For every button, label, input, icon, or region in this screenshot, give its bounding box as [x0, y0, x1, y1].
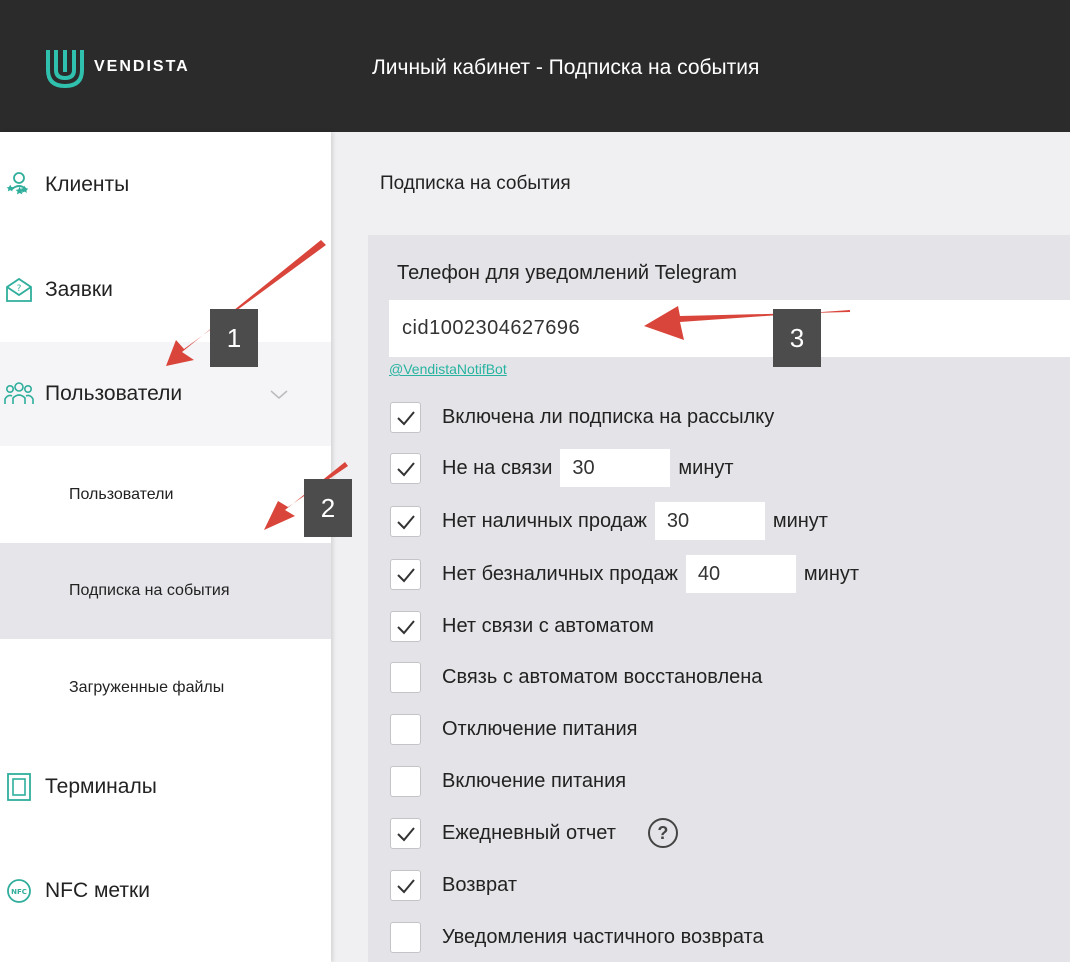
option-label: Нет связи с автоматом: [442, 614, 654, 637]
option-label: Включение питания: [442, 769, 627, 792]
vendista-logo[interactable]: VENDISTA: [40, 42, 190, 92]
check-icon: [397, 461, 415, 476]
check-icon: [397, 878, 415, 893]
annotation-badge-3: 3: [773, 309, 821, 367]
option-label: Уведомления частичного возврата: [442, 925, 764, 948]
sidebar-subitem-label: Пользователи: [69, 486, 174, 503]
check-icon: [397, 619, 415, 634]
offline-minutes-input[interactable]: [560, 449, 671, 487]
option-offline: Не на связи минут: [390, 449, 734, 487]
option-label: Отключение питания: [442, 717, 638, 740]
chevron-down-icon[interactable]: [268, 383, 290, 405]
nfc-icon: NFC: [4, 876, 34, 906]
sidebar-subitem-label: Подписка на события: [69, 582, 230, 599]
check-icon: [397, 514, 415, 529]
option-label: Ежедневный отчет: [442, 821, 616, 844]
sidebar-subitem-uploaded-files[interactable]: Загруженные файлы: [0, 665, 331, 715]
sidebar-item-label: Заявки: [45, 278, 113, 301]
users-icon: [4, 379, 34, 409]
checkbox[interactable]: [390, 505, 421, 537]
sidebar-item-label: Пользователи: [45, 382, 183, 405]
sidebar-item-nfc[interactable]: NFC NFC метки: [0, 866, 331, 916]
option-connection-restored: Связь с автоматом восстановлена: [390, 661, 762, 693]
option-label: Не на связи: [442, 456, 553, 479]
sidebar-item-label: Клиенты: [45, 173, 130, 196]
svg-text:?: ?: [17, 284, 22, 294]
envelope-question-icon: ?: [4, 275, 34, 305]
sidebar-item-label: Терминалы: [45, 775, 157, 798]
sidebar-subitem-users[interactable]: Пользователи: [0, 470, 331, 520]
clients-icon: [4, 170, 34, 200]
option-label: Возврат: [442, 873, 517, 896]
annotation-badge-2: 2: [304, 479, 352, 537]
checkbox[interactable]: [390, 401, 421, 433]
option-subscription-enabled: Включена ли подписка на рассылку: [390, 401, 774, 433]
telegram-phone-label: Телефон для уведомлений Telegram: [397, 262, 737, 284]
no-cash-minutes-input[interactable]: [654, 502, 765, 540]
vendista-logo-icon: [46, 50, 84, 89]
checkbox[interactable]: [390, 921, 421, 953]
unit-label: минут: [678, 456, 734, 479]
check-icon: [397, 826, 415, 841]
page-title: Подписка на события: [380, 173, 571, 194]
checkbox[interactable]: [390, 558, 421, 590]
checkbox[interactable]: [390, 817, 421, 849]
unit-label: минут: [803, 562, 860, 585]
checkbox[interactable]: [390, 610, 421, 642]
option-partial-refund: Уведомления частичного возврата: [390, 921, 764, 953]
option-daily-report: Ежедневный отчет ?: [390, 817, 678, 849]
checkbox[interactable]: [390, 869, 421, 901]
brand-name: VENDISTA: [94, 58, 190, 75]
option-label: Нет безналичных продаж: [442, 562, 678, 585]
telegram-bot-link[interactable]: @VendistaNotifBot: [389, 361, 507, 377]
sidebar-item-label: NFC метки: [45, 879, 150, 902]
svg-text:NFC: NFC: [11, 888, 27, 896]
sidebar-item-users[interactable]: Пользователи: [0, 342, 331, 446]
option-label: Связь с автоматом восстановлена: [442, 665, 763, 688]
sidebar-item-clients[interactable]: Клиенты: [0, 160, 331, 210]
option-label: Включена ли подписка на рассылку: [442, 405, 775, 428]
check-icon: [397, 410, 415, 425]
telegram-phone-input[interactable]: [389, 300, 1070, 357]
unit-label: минут: [772, 509, 828, 532]
app-header: VENDISTA Личный кабинет - Подписка на со…: [0, 0, 1070, 132]
checkbox[interactable]: [390, 765, 421, 797]
terminal-icon: [4, 772, 34, 802]
checkbox[interactable]: [390, 661, 421, 693]
no-cashless-minutes-input[interactable]: [685, 555, 796, 593]
option-power-on: Включение питания: [390, 765, 626, 797]
page-header-title: Личный кабинет - Подписка на события: [372, 56, 760, 79]
sidebar-subitem-label: Загруженные файлы: [69, 679, 225, 696]
checkbox[interactable]: [390, 713, 421, 745]
option-label: Нет наличных продаж: [442, 509, 647, 532]
sidebar-item-terminals[interactable]: Терминалы: [0, 762, 331, 812]
option-power-off: Отключение питания: [390, 713, 637, 745]
option-no-cashless-sales: Нет безналичных продаж минут: [390, 555, 860, 593]
option-no-cash-sales: Нет наличных продаж минут: [390, 502, 828, 540]
help-icon[interactable]: ?: [647, 818, 678, 848]
checkbox[interactable]: [390, 452, 421, 484]
option-no-connection: Нет связи с автоматом: [390, 610, 654, 642]
option-refund: Возврат: [390, 869, 517, 901]
sidebar-subitem-event-subscription[interactable]: Подписка на события: [0, 543, 331, 639]
check-icon: [397, 567, 415, 582]
annotation-badge-1: 1: [210, 309, 258, 367]
sidebar-item-requests[interactable]: ? Заявки: [0, 265, 331, 315]
